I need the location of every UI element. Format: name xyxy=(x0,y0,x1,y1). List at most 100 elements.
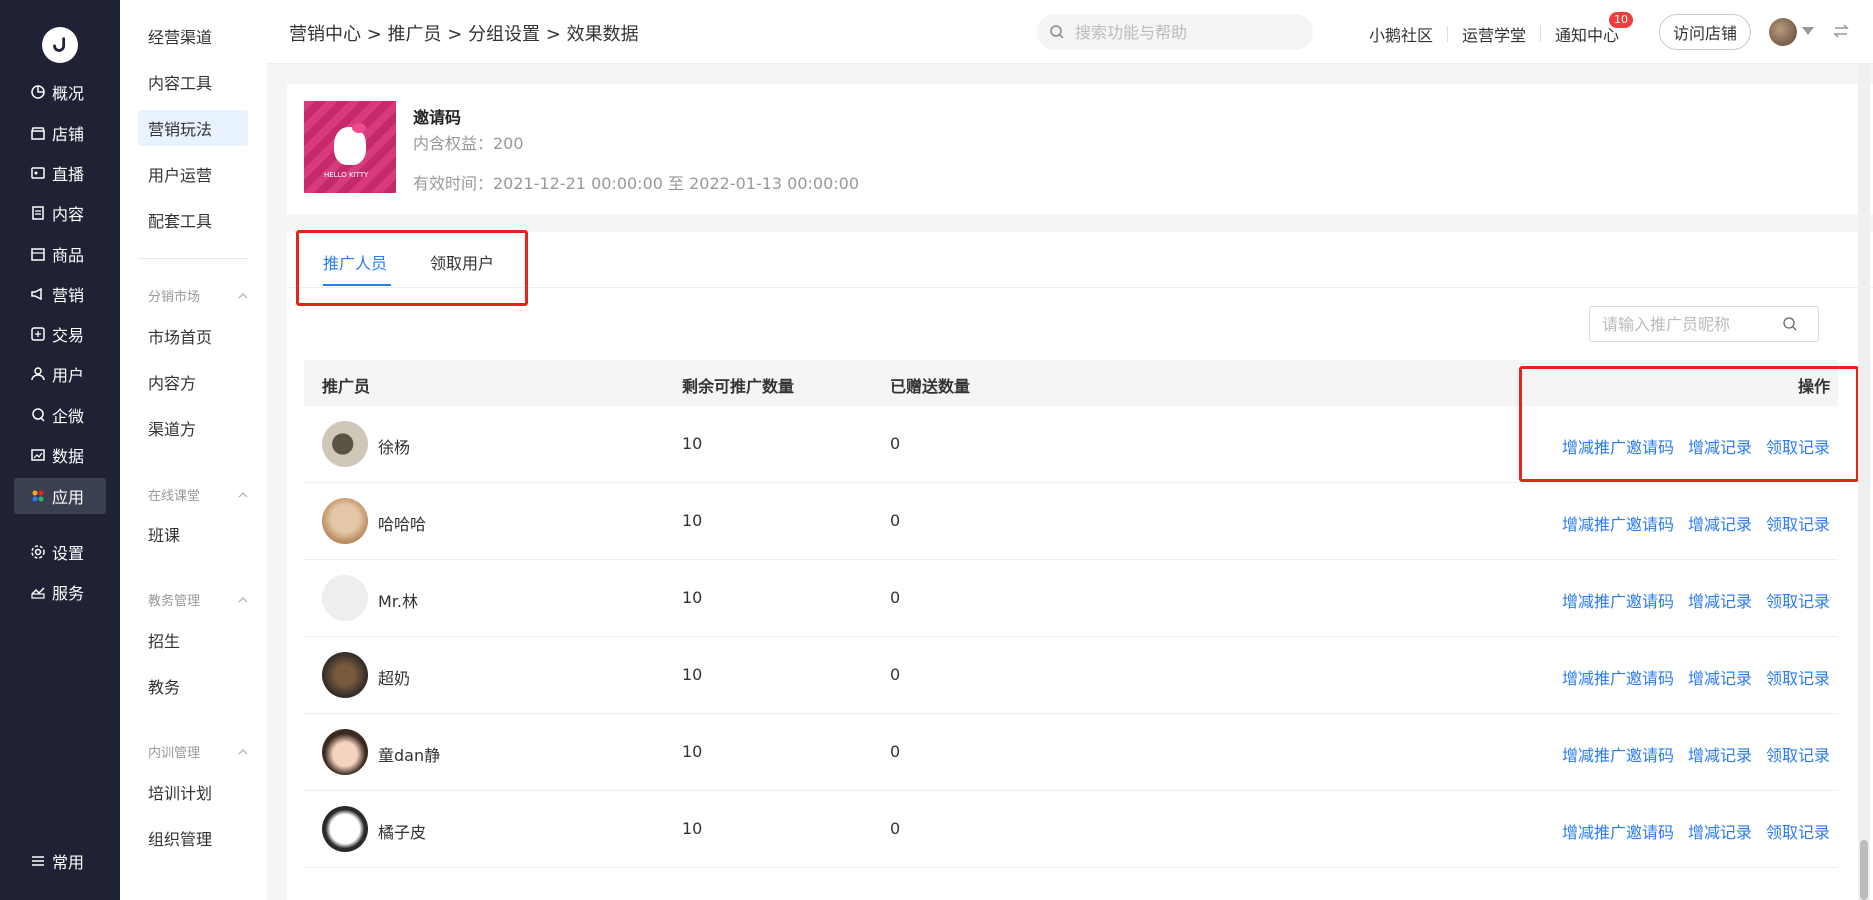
subnav-item[interactable]: 内容工具 xyxy=(138,64,248,100)
subnav-item[interactable]: 内容方 xyxy=(138,364,248,400)
subnav-item[interactable]: 教务 xyxy=(138,668,248,704)
nav-item-label: 服务 xyxy=(52,584,85,603)
link-community[interactable]: 小鹅社区 xyxy=(1355,22,1447,46)
logo-icon[interactable] xyxy=(42,27,78,63)
visit-store-button[interactable]: 访问店铺 xyxy=(1659,14,1751,50)
nav-item-11[interactable]: 设置 xyxy=(14,534,106,570)
nav-item-4[interactable]: 商品 xyxy=(14,236,106,272)
swap-icon[interactable] xyxy=(1832,22,1850,40)
adjust-record-link[interactable]: 增减记录 xyxy=(1688,665,1752,689)
nav-item-common[interactable]: 常用 xyxy=(14,843,106,879)
adjust-code-link[interactable]: 增减推广邀请码 xyxy=(1562,588,1674,612)
trade-icon xyxy=(30,326,46,342)
sent-count: 0 xyxy=(890,511,901,530)
nav-item-label: 商品 xyxy=(52,246,85,265)
nav-item-label: 直播 xyxy=(52,165,85,184)
row-actions: 增减推广邀请码 增减记录 领取记录 xyxy=(1562,511,1830,535)
promoter-name: 徐杨 xyxy=(378,438,411,457)
cover-image: HELLO KITTY xyxy=(304,101,396,193)
promoter-search-input[interactable] xyxy=(1602,314,1782,334)
avatar xyxy=(322,806,368,852)
nav-item-label: 常用 xyxy=(52,853,85,872)
store-icon xyxy=(30,125,46,141)
chevron-up-icon xyxy=(238,748,248,754)
subnav-group[interactable]: 教务管理 xyxy=(148,590,248,609)
chevron-down-icon[interactable] xyxy=(1802,27,1814,35)
header-remaining: 剩余可推广数量 xyxy=(682,377,795,396)
nav-item-3[interactable]: 内容 xyxy=(14,195,106,231)
promoter-name: 超奶 xyxy=(378,669,411,688)
scrollbar[interactable] xyxy=(1858,64,1870,900)
search-icon xyxy=(1050,25,1064,39)
avatar xyxy=(322,421,368,467)
search-icon xyxy=(1783,317,1797,331)
notification-badge: 10 xyxy=(1609,12,1634,28)
pie-chart-icon xyxy=(30,84,46,100)
adjust-record-link[interactable]: 增减记录 xyxy=(1688,511,1752,535)
nav-item-12[interactable]: 服务 xyxy=(14,574,106,610)
subnav-group-title: 分销市场 xyxy=(148,290,201,305)
subnav-item[interactable]: 招生 xyxy=(138,622,248,658)
nav-item-1[interactable]: 店铺 xyxy=(14,115,106,151)
nav-item-9[interactable]: 数据 xyxy=(14,437,106,473)
nav-item-6[interactable]: 交易 xyxy=(14,316,106,352)
promoter-name: 童dan静 xyxy=(378,746,441,765)
subnav-item[interactable]: 培训计划 xyxy=(138,774,248,810)
subnav-item[interactable]: 经营渠道 xyxy=(138,18,248,54)
search-box[interactable] xyxy=(1037,14,1313,50)
subnav-item[interactable]: 班课 xyxy=(138,516,248,552)
scroll-thumb[interactable] xyxy=(1860,840,1868,900)
adjust-code-link[interactable]: 增减推广邀请码 xyxy=(1562,665,1674,689)
adjust-code-link[interactable]: 增减推广邀请码 xyxy=(1562,511,1674,535)
nav-item-10[interactable]: 应用 xyxy=(14,478,106,514)
card-benefit: 内含权益：200 xyxy=(413,134,524,153)
search-input[interactable] xyxy=(1075,22,1295,42)
nav-item-7[interactable]: 用户 xyxy=(14,356,106,392)
adjust-code-link[interactable]: 增减推广邀请码 xyxy=(1562,819,1674,843)
adjust-code-link[interactable]: 增减推广邀请码 xyxy=(1562,742,1674,766)
table-row: Mr.林 10 0 增减推广邀请码 增减记录 领取记录 xyxy=(304,560,1838,637)
link-academy[interactable]: 运营学堂 xyxy=(1448,22,1540,46)
row-actions: 增减推广邀请码 增减记录 领取记录 xyxy=(1562,665,1830,689)
subnav-item[interactable]: 组织管理 xyxy=(138,820,248,856)
nav-item-0[interactable]: 概况 xyxy=(14,74,106,110)
subnav-group-title: 内训管理 xyxy=(148,746,201,761)
nav-item-2[interactable]: 直播 xyxy=(14,155,106,191)
subnav-item[interactable]: 用户运营 xyxy=(138,156,248,192)
claim-record-link[interactable]: 领取记录 xyxy=(1766,511,1830,535)
claim-record-link[interactable]: 领取记录 xyxy=(1766,588,1830,612)
chevron-up-icon xyxy=(238,491,248,497)
highlight-box-ops xyxy=(1519,366,1859,482)
promoter-filter[interactable] xyxy=(1589,306,1819,342)
nav-item-label: 内容 xyxy=(52,205,85,224)
sent-count: 0 xyxy=(890,665,901,684)
subnav-item[interactable]: 渠道方 xyxy=(138,410,248,446)
top-header: 营销中心 > 推广员 > 分组设置 > 效果数据 小鹅社区 运营学堂 通知中心 … xyxy=(267,0,1873,64)
claim-record-link[interactable]: 领取记录 xyxy=(1766,665,1830,689)
nav-item-5[interactable]: 营销 xyxy=(14,276,106,312)
remaining-count: 10 xyxy=(682,588,703,607)
bow-shape xyxy=(352,123,366,133)
document-icon xyxy=(30,205,46,221)
subnav-group[interactable]: 内训管理 xyxy=(148,742,248,761)
table-row: 橘子皮 10 0 增减推广邀请码 增减记录 领取记录 xyxy=(304,791,1838,868)
invite-code-card: HELLO KITTY 邀请码 内含权益：200 有效时间：2021-12-21… xyxy=(287,84,1873,214)
sent-count: 0 xyxy=(890,434,901,453)
nav-item-8[interactable]: 企微 xyxy=(14,397,106,433)
subnav-item[interactable]: 市场首页 xyxy=(138,318,248,354)
subnav-item[interactable]: 配套工具 xyxy=(138,202,248,238)
subnav-group[interactable]: 在线课堂 xyxy=(148,485,248,504)
adjust-record-link[interactable]: 增减记录 xyxy=(1688,588,1752,612)
row-actions: 增减推广邀请码 增减记录 领取记录 xyxy=(1562,819,1830,843)
claim-record-link[interactable]: 领取记录 xyxy=(1766,742,1830,766)
subnav-item[interactable]: 营销玩法 xyxy=(138,110,248,146)
subnav-group[interactable]: 分销市场 xyxy=(148,286,248,305)
nav-item-label: 概况 xyxy=(52,84,85,103)
header-promoter: 推广员 xyxy=(322,377,371,396)
nav-item-label: 数据 xyxy=(52,447,85,466)
avatar[interactable] xyxy=(1769,18,1797,46)
adjust-record-link[interactable]: 增减记录 xyxy=(1688,742,1752,766)
adjust-record-link[interactable]: 增减记录 xyxy=(1688,819,1752,843)
claim-record-link[interactable]: 领取记录 xyxy=(1766,819,1830,843)
link-notifications[interactable]: 通知中心 10 xyxy=(1541,12,1634,46)
